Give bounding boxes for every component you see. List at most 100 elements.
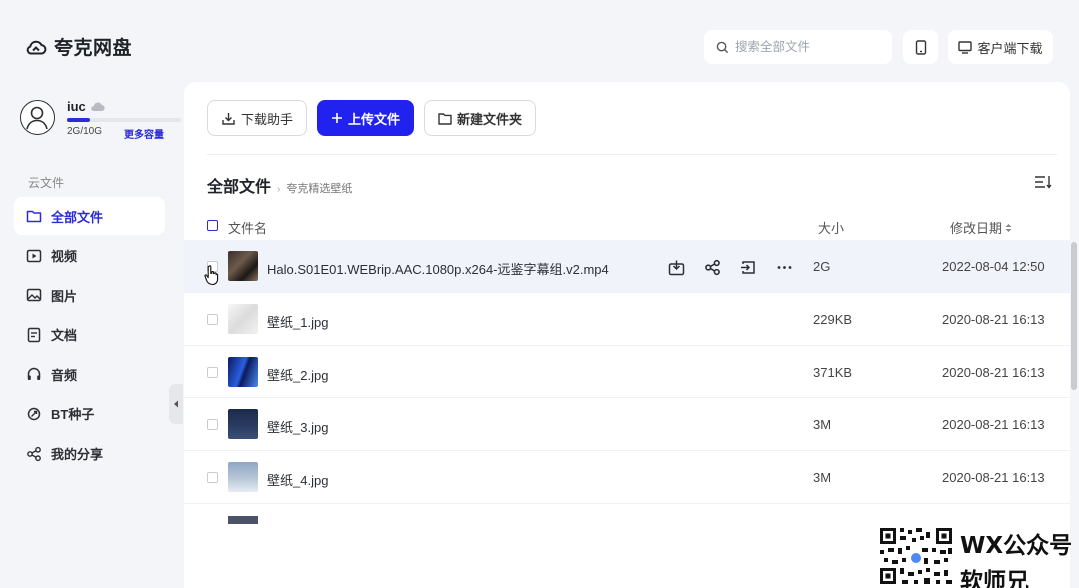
sidebar-item-label: 我的分享 [51, 447, 104, 463]
row-more-button[interactable] [774, 257, 794, 277]
file-name[interactable]: 壁纸_3.jpg [267, 417, 328, 436]
app-name: 夸克网盘 [54, 38, 133, 59]
sidebar-item-documents[interactable]: 文档 [14, 316, 165, 354]
toolbar: 下载助手 上传文件 新建文件夹 [207, 100, 537, 136]
row-actions [666, 257, 794, 277]
cloud-badge-icon [90, 102, 105, 112]
table-row[interactable]: 壁纸_1.jpg 229KB 2020-08-21 16:13 [184, 293, 1070, 346]
more-capacity-link[interactable]: 更多容量 [124, 126, 164, 141]
scrollbar[interactable] [1071, 242, 1077, 390]
more-dots-icon [777, 265, 791, 269]
file-size: 3M [813, 417, 832, 433]
row-checkbox[interactable] [207, 313, 218, 325]
mouse-cursor-icon [204, 264, 220, 289]
column-header-name[interactable]: 文件名 [228, 218, 267, 237]
sidebar-item-label: 视频 [51, 249, 78, 265]
partial-row-thumbnail [228, 516, 258, 524]
collapse-arrow-icon [174, 400, 178, 408]
image-thumbnail [228, 462, 258, 493]
document-icon [27, 327, 41, 343]
file-date: 2020-08-21 16:13 [942, 364, 1045, 380]
breadcrumb-root[interactable]: 全部文件 [207, 173, 271, 197]
avatar[interactable] [20, 100, 55, 135]
download-helper-label: 下载助手 [241, 111, 294, 127]
row-checkbox[interactable] [207, 366, 218, 378]
quota-bar [67, 118, 181, 122]
column-header-size[interactable]: 大小 [818, 218, 844, 237]
sidebar-item-label: 全部文件 [51, 209, 104, 225]
download-icon [222, 112, 235, 125]
sidebar-nav: 全部文件 视频 图片 文档 音频 BT种子 我的分享 [14, 197, 165, 474]
mobile-app-button[interactable] [903, 30, 938, 64]
share-icon [704, 259, 720, 275]
column-header-date-label: 修改日期 [950, 221, 1003, 236]
user-info: iuc 2G/10G 更多容量 [20, 99, 181, 143]
table-header: 文件名 大小 修改日期 [184, 210, 1070, 240]
toolbar-divider [207, 154, 1057, 155]
client-download-label: 客户端下载 [977, 40, 1043, 56]
qr-code-icon [878, 526, 956, 588]
file-date: 2022-08-04 12:50 [942, 259, 1045, 274]
sidebar-item-bt-seeds[interactable]: BT种子 [14, 395, 165, 433]
breadcrumb-current: 夸克精选壁纸 [286, 183, 353, 195]
search-input[interactable] [735, 40, 875, 54]
folder-icon [26, 210, 42, 223]
column-header-date[interactable]: 修改日期 [950, 218, 1012, 237]
cloud-files-section-label: 云文件 [28, 176, 65, 190]
sidebar-item-images[interactable]: 图片 [14, 276, 165, 314]
search-box[interactable] [704, 30, 892, 64]
sort-menu-button[interactable] [1034, 174, 1052, 193]
app-logo[interactable]: 夸克网盘 [24, 33, 132, 60]
row-checkbox[interactable] [207, 419, 218, 431]
new-folder-button[interactable]: 新建文件夹 [424, 100, 537, 136]
file-name[interactable]: 壁纸_2.jpg [267, 365, 328, 384]
file-size: 2G [813, 259, 831, 274]
sidebar-item-video[interactable]: 视频 [14, 237, 165, 275]
user-icon [26, 106, 48, 130]
user-name: iuc [67, 99, 86, 114]
headphones-icon [27, 368, 41, 381]
image-thumbnail [228, 303, 258, 334]
sidebar: iuc 2G/10G 更多容量 云文件 全部文件 视频 图片 文档 音频 BT种… [0, 82, 184, 588]
row-share-button[interactable] [702, 257, 722, 277]
quota-fill [67, 118, 90, 122]
client-download-button[interactable]: 客户端下载 [948, 30, 1053, 64]
file-name[interactable]: Halo.S01E01.WEBrip.AAC.1080p.x264-远鉴字幕组.… [267, 259, 609, 278]
watermark: WX公众号 软师兄 [878, 526, 1079, 588]
sidebar-item-label: 音频 [51, 367, 78, 383]
sidebar-item-audio[interactable]: 音频 [14, 355, 165, 393]
sidebar-item-my-shares[interactable]: 我的分享 [14, 435, 165, 473]
file-date: 2020-08-21 16:13 [942, 311, 1045, 327]
quota-text: 2G/10G [67, 126, 103, 137]
download-helper-button[interactable]: 下载助手 [207, 100, 308, 136]
table-row[interactable]: Halo.S01E01.WEBrip.AAC.1080p.x264-远鉴字幕组.… [184, 240, 1070, 293]
sidebar-collapse-toggle[interactable] [169, 384, 183, 424]
row-download-button[interactable] [666, 257, 686, 277]
file-name[interactable]: 壁纸_1.jpg [267, 312, 328, 331]
table-row[interactable]: 壁纸_4.jpg 3M 2020-08-21 16:13 [184, 451, 1070, 504]
row-move-button[interactable] [738, 257, 758, 277]
top-bar: 夸克网盘 客户端下载 [0, 0, 1079, 82]
select-all-checkbox[interactable] [207, 220, 218, 231]
monitor-icon [958, 40, 973, 54]
main-panel: 下载助手 上传文件 新建文件夹 全部文件 › 夸克精选壁纸 文件名 大小 修改日… [184, 82, 1070, 588]
upload-file-button[interactable]: 上传文件 [317, 100, 415, 136]
new-folder-label: 新建文件夹 [457, 111, 523, 127]
breadcrumb-separator: › [277, 184, 281, 195]
table-row[interactable]: 壁纸_3.jpg 3M 2020-08-21 16:13 [184, 398, 1070, 452]
watermark-line-1: WX公众号 [960, 533, 1073, 559]
phone-icon [915, 39, 926, 55]
video-thumbnail [228, 251, 258, 281]
move-to-icon [740, 260, 755, 274]
sidebar-item-label: BT种子 [51, 407, 95, 423]
user-name-row: iuc [67, 99, 105, 114]
bt-seed-icon [27, 407, 41, 421]
share-icon [27, 446, 41, 461]
file-name[interactable]: 壁纸_4.jpg [267, 470, 328, 489]
file-date: 2020-08-21 16:13 [942, 470, 1045, 486]
table-row[interactable]: 壁纸_2.jpg 371KB 2020-08-21 16:13 [184, 346, 1070, 399]
watermark-line-2: 软师兄 [960, 569, 1029, 588]
sidebar-item-all-files[interactable]: 全部文件 [14, 197, 165, 235]
row-checkbox[interactable] [207, 472, 218, 484]
image-thumbnail [228, 356, 258, 387]
